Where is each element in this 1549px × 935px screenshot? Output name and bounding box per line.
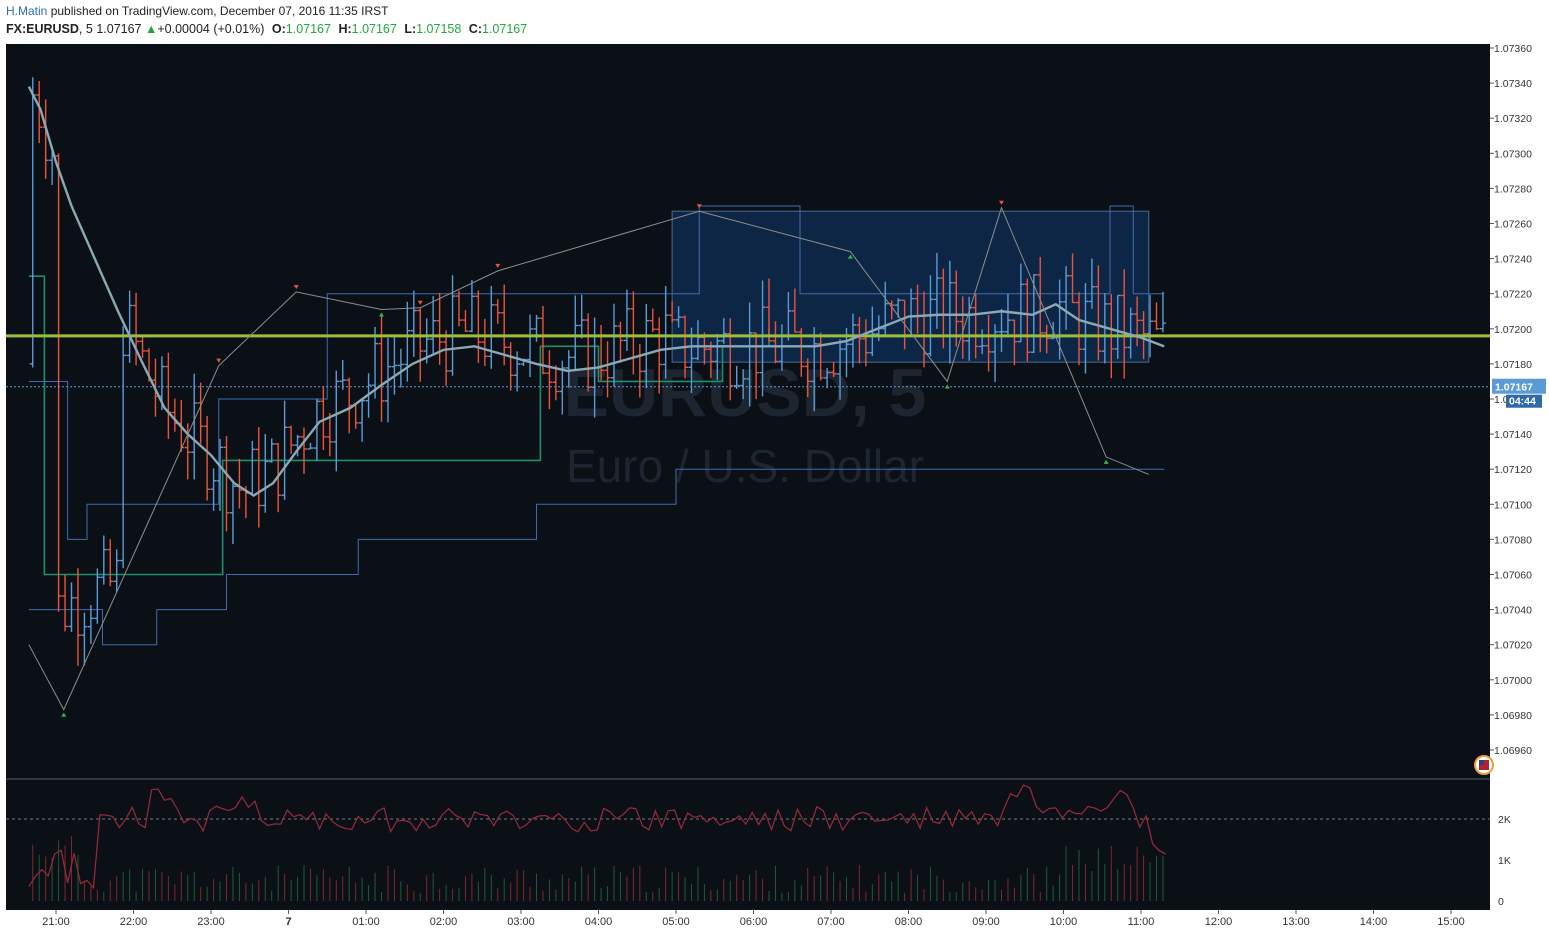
x-tick-label: 7 — [285, 916, 291, 928]
watermark-symbol: EURUSD, 5 — [564, 355, 927, 431]
y-tick-label: 1.07140 — [1494, 429, 1532, 441]
y-tick-label: 1.07320 — [1494, 113, 1532, 125]
x-tick-label: 06:00 — [740, 916, 768, 928]
publish-info: H.Matin published on TradingView.com, De… — [6, 4, 388, 18]
price-chart[interactable]: EURUSD, 5 Euro / U.S. Dollar 1.07360 1.07… — [0, 44, 1549, 935]
up-arrow-icon: ▲ — [144, 22, 158, 36]
y-tick-label: 1.07180 — [1494, 359, 1532, 371]
left-margin — [0, 44, 6, 935]
price-axis — [1490, 44, 1549, 910]
y-tick-label: 1.07000 — [1494, 675, 1532, 687]
y-tick-label: 1.06960 — [1494, 745, 1532, 757]
interval-label: , 5 — [78, 22, 93, 36]
y-tick-label: 1.07240 — [1494, 254, 1532, 266]
y-tick-label: 1.07360 — [1494, 44, 1532, 55]
range-box[interactable] — [671, 210, 1150, 363]
indicator-y-label: 1K — [1498, 855, 1511, 867]
indicator-y-label: 2K — [1498, 814, 1511, 826]
x-tick-label: 12:00 — [1205, 916, 1233, 928]
y-tick-label: 1.07300 — [1494, 148, 1532, 160]
y-tick-label: 1.07340 — [1494, 78, 1532, 90]
x-tick-label: 05:00 — [662, 916, 690, 928]
close-value: 1.07167 — [482, 22, 528, 36]
x-tick-label: 03:00 — [507, 916, 535, 928]
watermark: EURUSD, 5 Euro / U.S. Dollar — [564, 355, 927, 492]
x-tick-label: 15:00 — [1437, 916, 1465, 928]
y-tick-label: 1.07280 — [1494, 183, 1532, 195]
watermark-description: Euro / U.S. Dollar — [566, 440, 924, 492]
time-axis — [0, 910, 1549, 935]
y-tick-label: 1.07100 — [1494, 499, 1532, 511]
high-label: H: — [338, 22, 352, 36]
published-text: published on TradingView.com, December 0… — [50, 4, 389, 18]
y-tick-label: 1.07260 — [1494, 219, 1532, 231]
change-value: +0.00004 (+0.01%) — [157, 22, 265, 36]
chart-header: H.Matin published on TradingView.com, De… — [0, 0, 1549, 44]
author-link[interactable]: H.Matin — [6, 4, 47, 18]
close-label: C: — [468, 22, 482, 36]
low-value: 1.07158 — [416, 22, 462, 36]
indicator-y-label: 0 — [1498, 896, 1504, 908]
y-tick-label: 1.07040 — [1494, 605, 1532, 617]
y-tick-label: 1.07220 — [1494, 289, 1532, 301]
x-tick-label: 22:00 — [120, 916, 148, 928]
y-tick-label: 1.07060 — [1494, 570, 1532, 582]
y-tick-label: 1.07200 — [1494, 324, 1532, 336]
x-tick-label: 04:00 — [585, 916, 613, 928]
y-tick-label: 1.07080 — [1494, 534, 1532, 546]
x-tick-label: 02:00 — [430, 916, 458, 928]
symbol-label[interactable]: FX:EURUSD — [6, 22, 79, 36]
ohlc-legend: FX:EURUSD, 5 1.07167 ▲+0.00004 (+0.01%) … — [6, 22, 527, 36]
x-tick-label: 21:00 — [42, 916, 70, 928]
x-tick-label: 11:00 — [1128, 916, 1155, 928]
low-label: L: — [404, 22, 417, 36]
x-tick-label: 13:00 — [1282, 916, 1310, 928]
open-value: 1.07167 — [285, 22, 331, 36]
x-tick-label: 10:00 — [1050, 916, 1078, 928]
countdown-label: 04:44 — [1509, 396, 1536, 408]
x-tick-label: 01:00 — [352, 916, 380, 928]
flag-icon[interactable] — [1474, 755, 1494, 775]
x-tick-label: 14:00 — [1360, 916, 1388, 928]
open-label: O: — [271, 22, 286, 36]
x-tick-label: 08:00 — [895, 916, 923, 928]
last-price: 1.07167 — [96, 22, 142, 36]
last-price-badge-label: 1.07167 — [1495, 382, 1533, 394]
y-tick-label: 1.07020 — [1494, 640, 1532, 652]
high-value: 1.07167 — [351, 22, 397, 36]
y-tick-label: 1.07120 — [1494, 464, 1532, 476]
x-tick-label: 09:00 — [972, 916, 1000, 928]
x-tick-label: 07:00 — [817, 916, 845, 928]
x-tick-label: 23:00 — [197, 916, 225, 928]
y-tick-label: 1.06980 — [1494, 710, 1532, 722]
